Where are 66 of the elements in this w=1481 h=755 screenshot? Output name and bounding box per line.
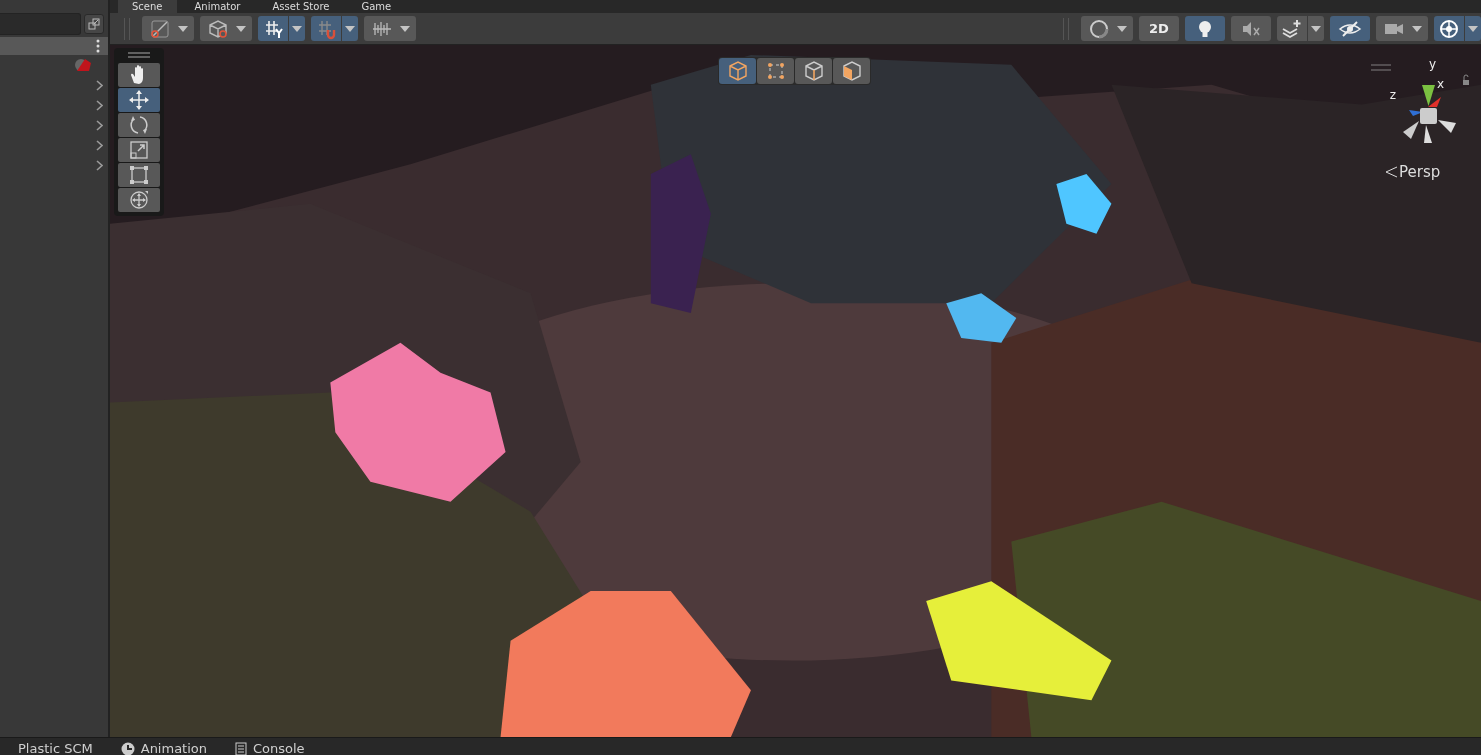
rotate-tool-icon xyxy=(127,113,151,137)
caret-icon xyxy=(345,25,355,32)
projection-toggle[interactable]: Persp xyxy=(1385,163,1479,181)
caret-icon xyxy=(178,25,188,32)
console-icon xyxy=(235,742,247,755)
transform-tool-icon xyxy=(127,188,151,212)
more-options-icon xyxy=(96,39,100,53)
chevron-icon xyxy=(96,159,103,171)
toolbar-toggle-button[interactable] xyxy=(1277,16,1307,41)
toolbar-toggle-button[interactable] xyxy=(1231,16,1271,41)
dropdown-button[interactable] xyxy=(1308,16,1324,41)
dropdown-button[interactable] xyxy=(342,16,358,41)
tool-button[interactable] xyxy=(118,163,160,187)
panel-tab[interactable]: Console xyxy=(223,740,317,755)
toolbar-toggle-button[interactable] xyxy=(311,16,341,41)
chevron-icon xyxy=(96,119,103,131)
toolbar-dropdown-button[interactable] xyxy=(200,16,252,41)
expand-arrow-icon[interactable] xyxy=(96,119,103,131)
axis-label: x xyxy=(1436,77,1444,91)
toolbar-toggle-button[interactable] xyxy=(1434,16,1464,41)
handle-mode-button[interactable] xyxy=(757,58,794,84)
expand-arrow-icon[interactable] xyxy=(96,139,103,151)
caret-icon xyxy=(292,25,302,32)
search-icon xyxy=(88,17,100,30)
caret-icon xyxy=(400,25,410,32)
handle-mode-button[interactable] xyxy=(719,58,756,84)
toolbar-dropdown-button[interactable] xyxy=(1081,16,1133,41)
caret-icon xyxy=(1468,25,1478,32)
scale-tool-icon xyxy=(127,138,151,162)
toolbar-toggle-button[interactable] xyxy=(1330,16,1370,41)
gear-warning-icon xyxy=(73,57,91,73)
tool-button[interactable] xyxy=(118,113,160,137)
move-tool-icon xyxy=(127,88,151,112)
caret-icon xyxy=(1311,25,1321,32)
chevron-icon xyxy=(96,79,103,91)
tool-button[interactable] xyxy=(118,188,160,212)
toolbar-dropdown-button[interactable] xyxy=(364,16,416,41)
scene-search-button[interactable] xyxy=(84,13,104,34)
toolbar-dropdown-button[interactable] xyxy=(1376,16,1428,41)
handle-mode-button[interactable] xyxy=(833,58,870,84)
panel-tab[interactable]: Animation xyxy=(108,740,219,755)
toolbar-toggle-button[interactable] xyxy=(258,16,288,41)
caret-icon xyxy=(236,25,246,32)
expand-arrow-icon[interactable] xyxy=(96,159,103,171)
rect-tool-icon xyxy=(127,163,151,187)
chevron-icon xyxy=(96,99,103,111)
chevron-icon xyxy=(96,139,103,151)
expand-arrow-icon[interactable] xyxy=(96,79,103,91)
editor-tab[interactable]: Scene xyxy=(118,0,177,13)
axis-label: z xyxy=(1389,88,1396,102)
caret-icon xyxy=(1117,25,1127,32)
tool-button[interactable] xyxy=(118,88,160,112)
toolbar-toggle-button[interactable] xyxy=(1185,16,1225,41)
mode-2d-button[interactable]: 2D xyxy=(1139,16,1179,41)
tool-button[interactable] xyxy=(118,138,160,162)
handle-mode-button[interactable] xyxy=(795,58,832,84)
caret-icon xyxy=(1412,25,1422,32)
dropdown-button[interactable] xyxy=(1465,16,1481,41)
drag-handle-icon xyxy=(128,52,150,58)
expand-arrow-icon[interactable] xyxy=(96,99,103,111)
tool-button[interactable] xyxy=(118,63,160,87)
toolbar-dropdown-button[interactable] xyxy=(142,16,194,41)
perspective-icon xyxy=(1385,166,1397,178)
dropdown-button[interactable] xyxy=(289,16,305,41)
panel-tab[interactable]: Plastic SCM xyxy=(6,740,105,755)
axis-label: y xyxy=(1428,57,1436,71)
